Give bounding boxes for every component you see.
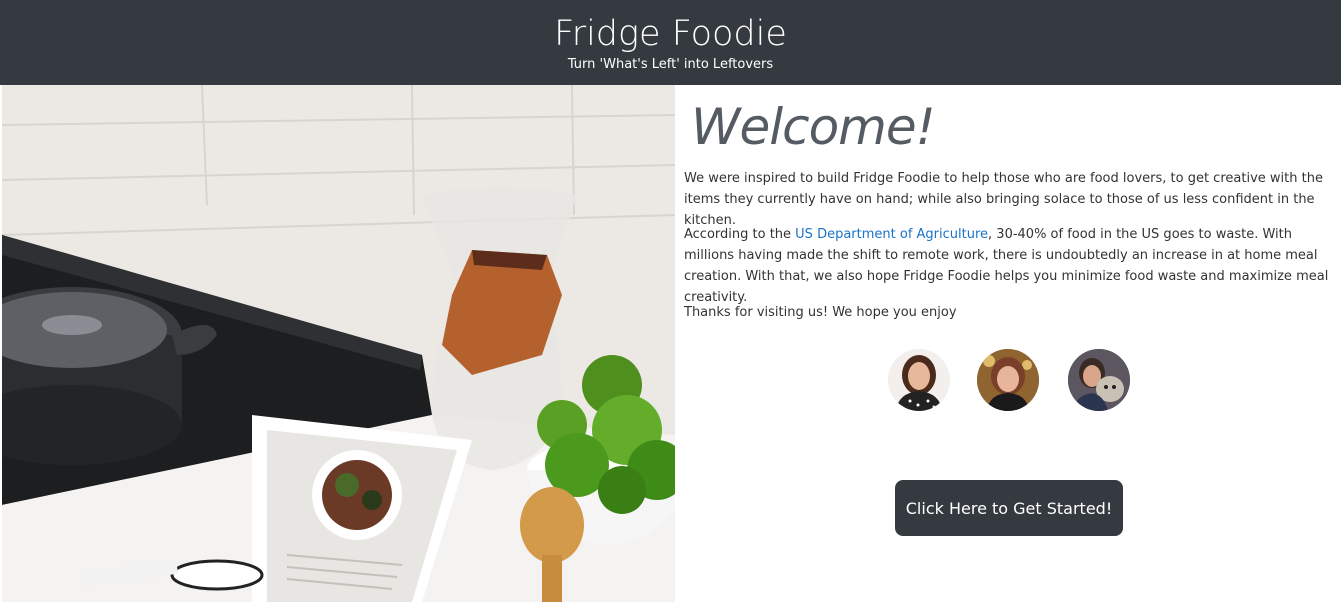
avatar bbox=[977, 349, 1039, 411]
welcome-heading: Welcome! bbox=[691, 98, 936, 156]
intro-paragraph: We were inspired to build Fridge Foodie … bbox=[684, 171, 1323, 228]
stats-prefix: According to the bbox=[684, 227, 796, 242]
site-title: Fridge Foodie bbox=[554, 14, 787, 54]
avatar bbox=[1068, 349, 1130, 411]
hero-image bbox=[2, 85, 675, 602]
site-tagline: Turn 'What's Left' into Leftovers bbox=[567, 57, 774, 72]
food-waste-paragraph: According to the US Department of Agricu… bbox=[684, 224, 1336, 308]
usda-link[interactable]: US Department of Agriculture bbox=[795, 227, 988, 242]
avatar bbox=[888, 349, 950, 411]
welcome-section: Welcome! We were inspired to build Fridg… bbox=[684, 85, 1336, 602]
site-header: Fridge Foodie Turn 'What's Left' into Le… bbox=[0, 0, 1341, 85]
thanks-paragraph: Thanks for visiting us! We hope you enjo… bbox=[684, 305, 957, 320]
get-started-button[interactable]: Click Here to Get Started! bbox=[895, 480, 1123, 536]
